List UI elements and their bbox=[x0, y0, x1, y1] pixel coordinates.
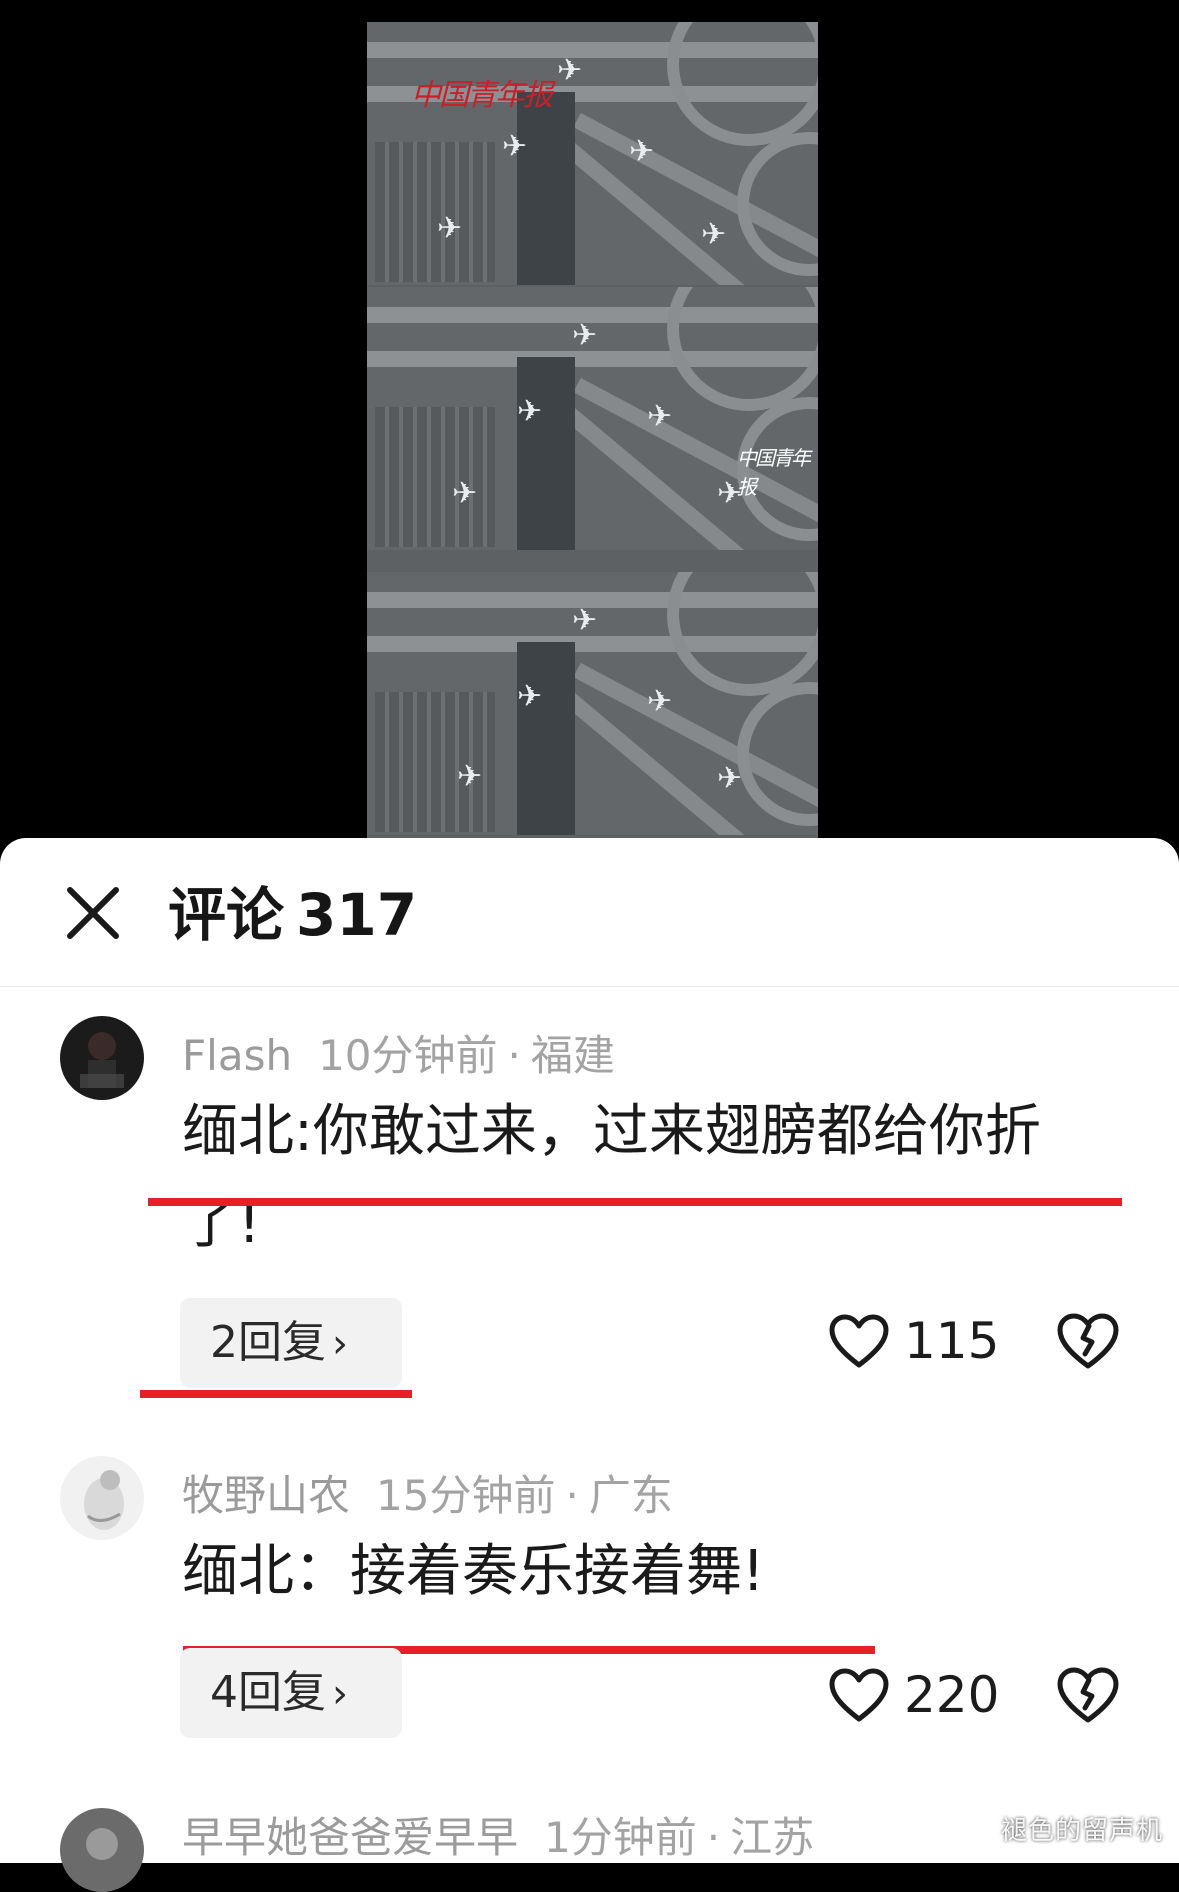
comment-time: 10分钟前 bbox=[318, 1031, 498, 1080]
comment-time: 15分钟前 bbox=[376, 1471, 556, 1520]
broken-heart-icon bbox=[1057, 1313, 1119, 1369]
highlight-underline bbox=[148, 1198, 1122, 1206]
jet-icon: ✈ bbox=[437, 211, 463, 246]
jet-icon: ✈ bbox=[557, 53, 583, 88]
comment-sheet-header: 评论 317 bbox=[0, 838, 1179, 987]
comment-location: 江苏 bbox=[730, 1813, 815, 1862]
close-button[interactable] bbox=[62, 882, 124, 944]
jet-icon: ✈ bbox=[572, 318, 598, 353]
view-replies-button[interactable]: 4回复 › bbox=[180, 1648, 402, 1738]
broken-heart-icon bbox=[1057, 1667, 1119, 1723]
video-player[interactable]: ✈ ✈ ✈ ✈ ✈ ✈ ✈ ✈ ✈ ✈ ✈ ✈ ✈ ✈ ✈ 中国青年报 中国青年… bbox=[0, 0, 1179, 860]
comment-sheet-title: 评论 317 bbox=[168, 880, 429, 950]
avatar[interactable] bbox=[60, 1016, 144, 1100]
avatar[interactable] bbox=[60, 1456, 144, 1540]
meta-separator: · bbox=[507, 1031, 521, 1080]
meta-separator: · bbox=[706, 1813, 721, 1862]
comment-meta: Flash 10分钟前 · 福建 bbox=[182, 1028, 615, 1084]
aerial-tile: ✈ ✈ ✈ ✈ ✈ bbox=[367, 22, 818, 285]
jet-icon: ✈ bbox=[647, 684, 673, 719]
close-icon bbox=[67, 887, 119, 939]
like-count: 220 bbox=[904, 1666, 1000, 1724]
dislike-button[interactable] bbox=[1056, 1312, 1120, 1370]
aerial-tile: ✈ ✈ ✈ ✈ ✈ bbox=[367, 572, 818, 835]
comment-count: 317 bbox=[296, 881, 418, 949]
like-button[interactable]: 115 bbox=[828, 1312, 999, 1370]
comment-time: 1分钟前 bbox=[544, 1813, 697, 1862]
like-count: 115 bbox=[904, 1312, 1000, 1370]
comment-username[interactable]: 早早她爸爸爱早早 bbox=[182, 1813, 518, 1862]
heart-icon bbox=[829, 1314, 889, 1368]
jet-icon: ✈ bbox=[629, 134, 655, 169]
jet-icon: ✈ bbox=[572, 603, 598, 638]
like-button[interactable]: 220 bbox=[828, 1666, 999, 1724]
highlight-underline bbox=[140, 1390, 412, 1398]
comments-label: 评论 bbox=[168, 881, 285, 949]
reply-count-label: 4回复 bbox=[210, 1667, 326, 1718]
comment-text: 缅北：接着奏乐接着舞! bbox=[182, 1539, 765, 1604]
comment-meta: 牧野山农 15分钟前 · 广东 bbox=[182, 1468, 673, 1524]
avatar[interactable] bbox=[60, 1808, 144, 1892]
reply-count-label: 2回复 bbox=[210, 1317, 326, 1368]
video-watermark-logo: 中国青年报 bbox=[411, 78, 553, 113]
chevron-right-icon: › bbox=[332, 1671, 348, 1717]
jet-icon: ✈ bbox=[647, 399, 673, 434]
comment-meta: 早早她爸爸爱早早 1分钟前 · 江苏 bbox=[182, 1810, 814, 1866]
heart-icon bbox=[829, 1668, 889, 1722]
video-frame[interactable]: ✈ ✈ ✈ ✈ ✈ ✈ ✈ ✈ ✈ ✈ ✈ ✈ ✈ ✈ ✈ 中国青年报 中国青年… bbox=[367, 22, 818, 842]
jet-icon: ✈ bbox=[517, 394, 543, 429]
jet-icon: ✈ bbox=[502, 129, 528, 164]
corner-watermark: 褪色的留声机 bbox=[1000, 1816, 1163, 1846]
jet-icon: ✈ bbox=[701, 217, 727, 252]
chevron-right-icon: › bbox=[332, 1321, 348, 1367]
comment-location: 福建 bbox=[530, 1031, 615, 1080]
comment-sheet: 评论 317 Flash 10分钟前 · 福建 缅北:你敢过来，过来翅膀都给你折了! 2… bbox=[0, 838, 1179, 1892]
jet-icon: ✈ bbox=[457, 759, 483, 794]
jet-icon: ✈ bbox=[452, 476, 478, 511]
comment-username[interactable]: Flash bbox=[182, 1031, 292, 1080]
jet-icon: ✈ bbox=[717, 761, 743, 796]
meta-separator: · bbox=[565, 1471, 579, 1520]
aerial-tile: ✈ ✈ ✈ ✈ ✈ bbox=[367, 287, 818, 550]
comment-location: 广东 bbox=[588, 1471, 673, 1520]
video-watermark-logo-small: 中国青年报 bbox=[737, 446, 811, 499]
jet-icon: ✈ bbox=[517, 679, 543, 714]
dislike-button[interactable] bbox=[1056, 1666, 1120, 1724]
comment-username[interactable]: 牧野山农 bbox=[182, 1471, 350, 1520]
comment-text: 缅北:你敢过来，过来翅膀都给你折了! bbox=[182, 1099, 1041, 1256]
view-replies-button[interactable]: 2回复 › bbox=[180, 1298, 402, 1388]
